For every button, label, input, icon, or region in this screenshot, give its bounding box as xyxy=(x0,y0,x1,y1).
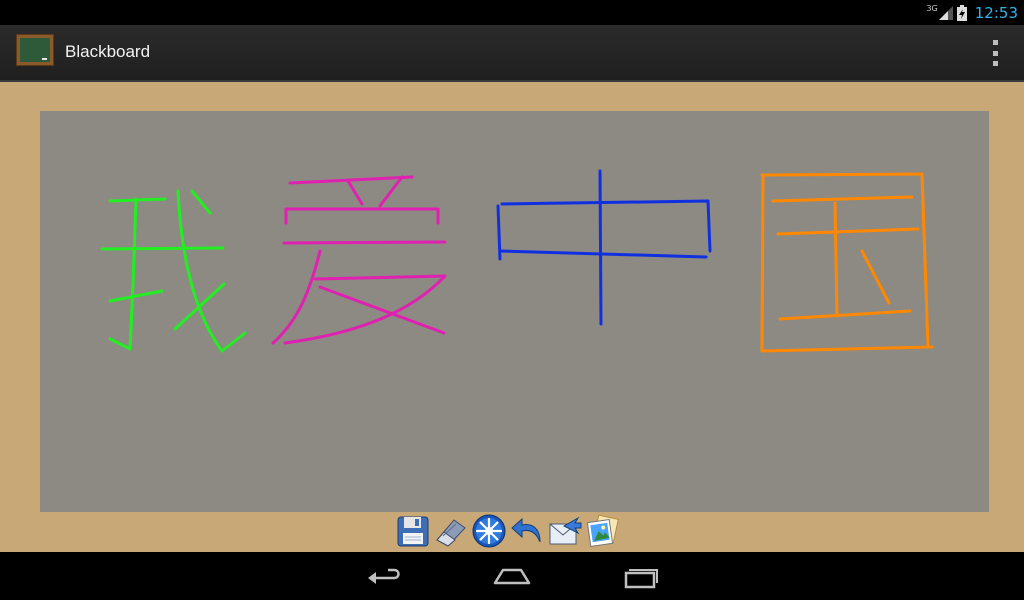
drawing-strokes xyxy=(100,169,934,353)
drawing-canvas[interactable] xyxy=(40,111,989,512)
stroke-character-ai xyxy=(271,175,447,345)
undo-icon[interactable] xyxy=(510,514,544,548)
stroke-character-guo xyxy=(760,172,934,353)
save-icon[interactable] xyxy=(396,514,430,548)
gallery-icon[interactable] xyxy=(586,514,620,548)
overflow-dot xyxy=(992,50,998,56)
back-icon[interactable] xyxy=(362,560,406,592)
screen: 3G 12:53 Blackboard xyxy=(0,0,1024,600)
board-frame xyxy=(0,82,1024,552)
app-title: Blackboard xyxy=(65,42,151,61)
network-type-label: 3G xyxy=(926,4,938,13)
signal-icon xyxy=(938,5,953,20)
overflow-dot xyxy=(992,40,998,45)
blackboard-icon[interactable] xyxy=(16,34,54,66)
action-bar: Blackboard xyxy=(0,25,1024,82)
blackboard-icon-surface xyxy=(20,38,50,62)
recent-apps-icon[interactable] xyxy=(618,560,662,592)
battery-charging-icon xyxy=(956,4,967,21)
brush-color-icon[interactable] xyxy=(472,514,506,548)
status-clock: 12:53 xyxy=(974,3,1018,22)
stroke-character-zhong xyxy=(496,169,712,326)
overflow-dot xyxy=(992,61,998,66)
eraser-icon[interactable] xyxy=(434,514,468,548)
stroke-character-wo xyxy=(100,189,247,353)
home-icon[interactable] xyxy=(490,560,534,592)
share-icon[interactable] xyxy=(548,514,582,548)
navigation-bar xyxy=(0,552,1024,600)
status-indicators: 3G 12:53 xyxy=(926,0,1018,25)
tool-bar xyxy=(396,514,620,550)
chalk-icon xyxy=(42,58,47,60)
overflow-menu-icon[interactable] xyxy=(988,40,1002,66)
status-bar: 3G 12:53 xyxy=(0,0,1024,25)
